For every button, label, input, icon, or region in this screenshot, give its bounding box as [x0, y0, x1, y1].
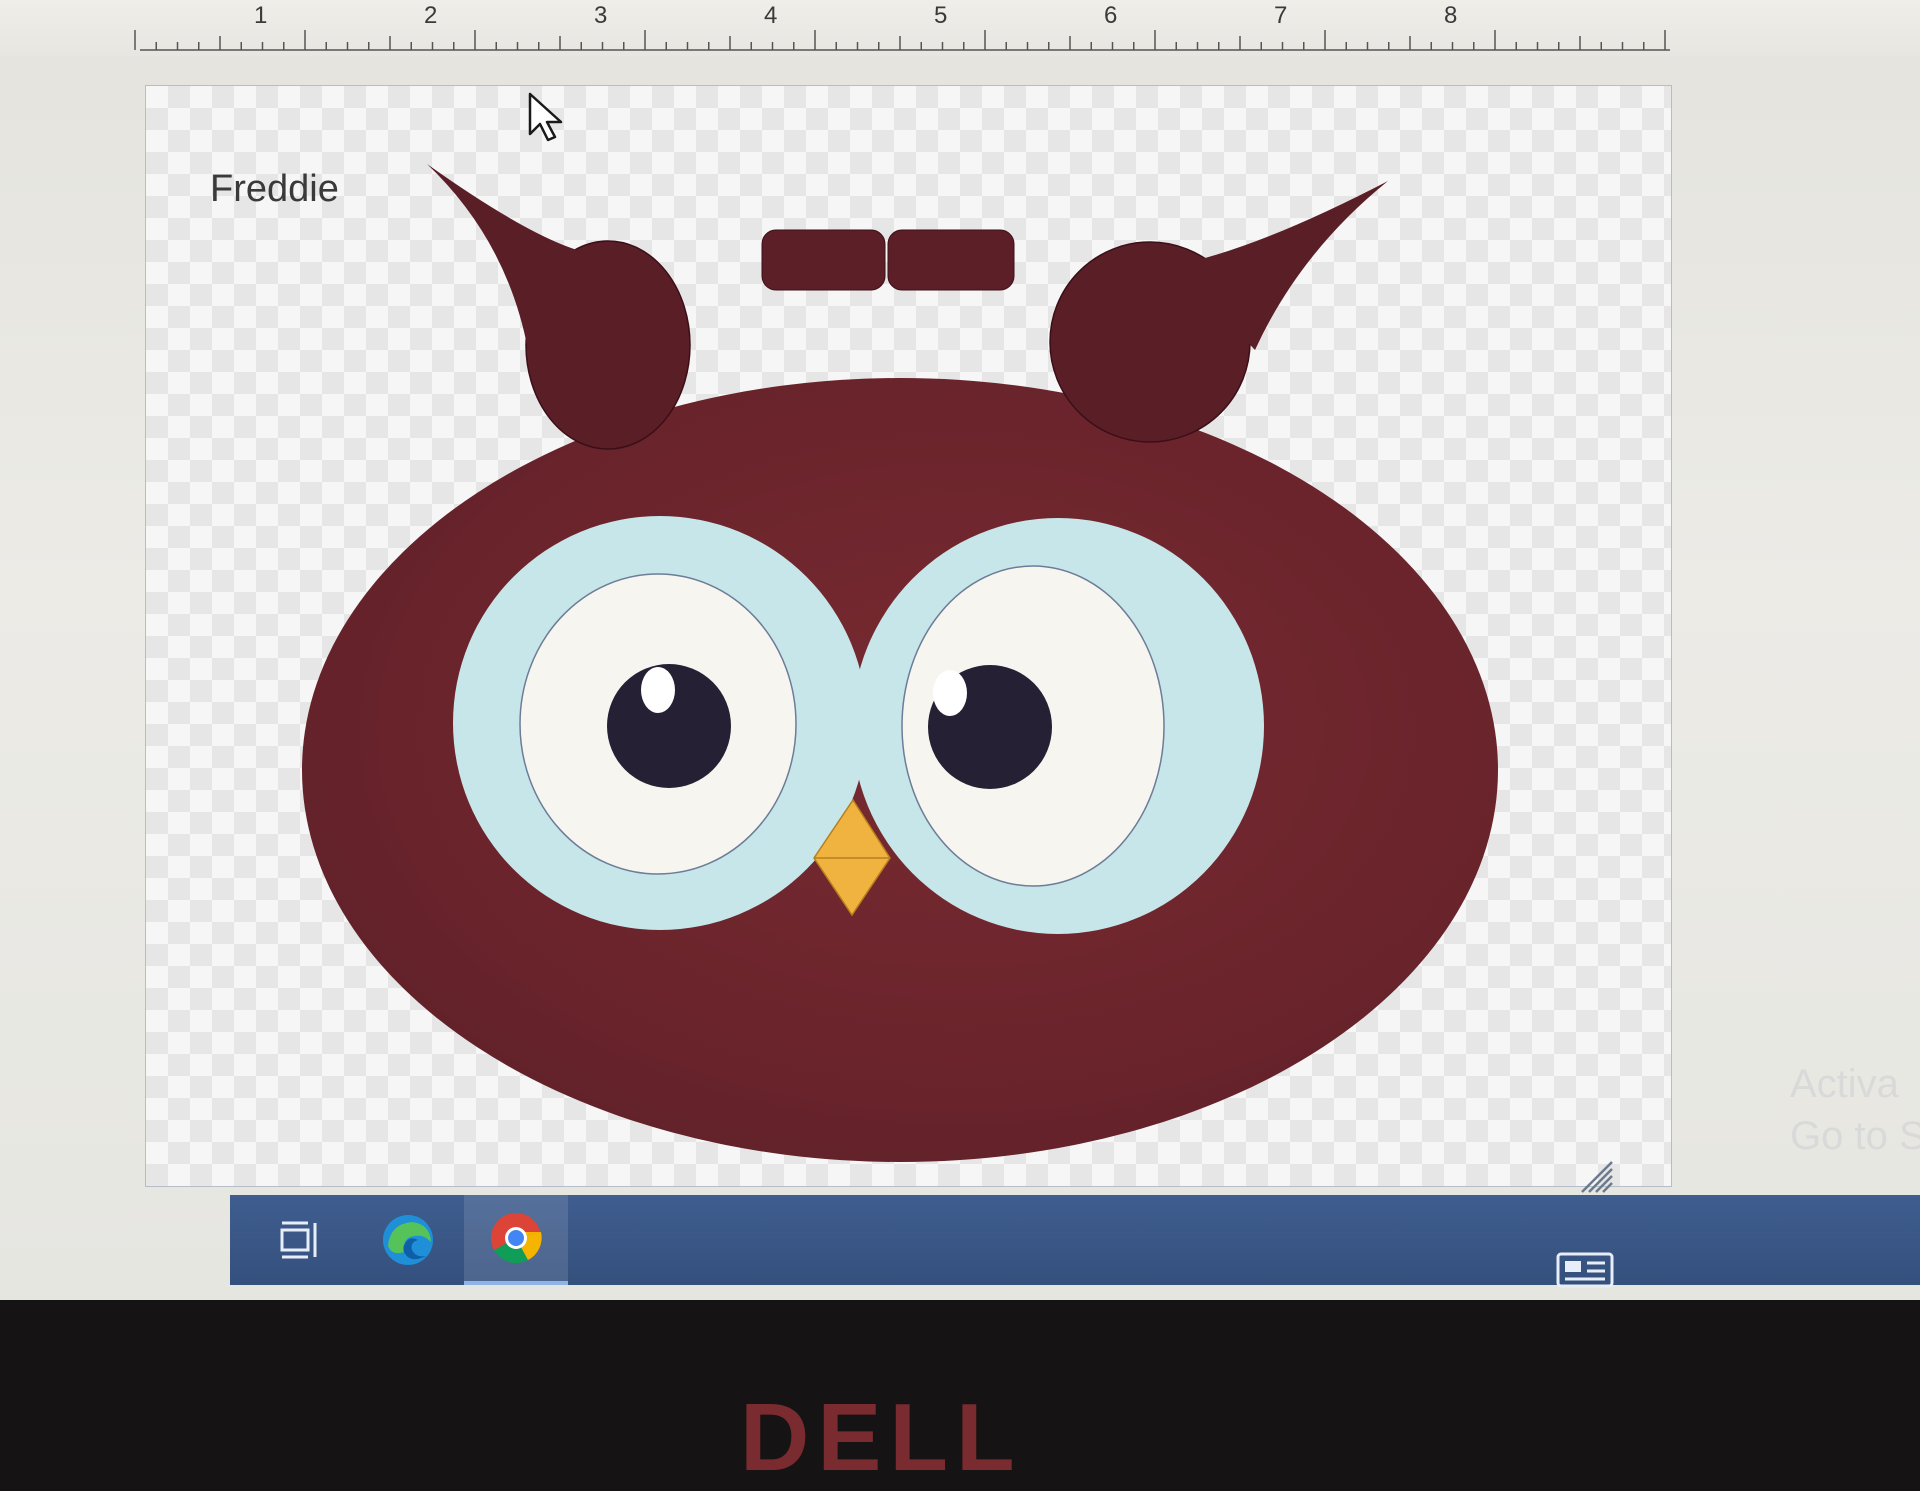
taskbar [230, 1195, 1920, 1285]
owl-head-tuft [761, 229, 1015, 291]
edge-taskbar-button[interactable] [356, 1195, 460, 1285]
task-view-button[interactable] [248, 1195, 352, 1285]
watermark-line-2: Go to Se [1790, 1114, 1920, 1158]
news-icon[interactable] [1555, 1250, 1621, 1290]
chrome-taskbar-button[interactable] [464, 1195, 568, 1285]
activation-watermark: Activa Go to Se [1790, 1058, 1920, 1162]
drawing-title[interactable]: Freddie [210, 168, 339, 211]
mouse-pointer-icon [528, 92, 563, 142]
owl-right-eye [852, 518, 1264, 934]
owl-left-eye [453, 516, 867, 930]
resize-handle-icon[interactable] [1578, 1158, 1616, 1196]
chrome-icon [491, 1213, 542, 1264]
monitor-brand-logo: DELL [740, 1384, 1023, 1491]
monitor-screen: 12345678 Freddie Activa Go to S [0, 0, 1920, 1300]
task-view-icon [280, 1221, 317, 1259]
watermark-line-1: Activa [1790, 1062, 1899, 1106]
owl-right-ear [1049, 181, 1388, 443]
owl-left-ear [427, 164, 691, 450]
edge-icon [383, 1215, 433, 1265]
